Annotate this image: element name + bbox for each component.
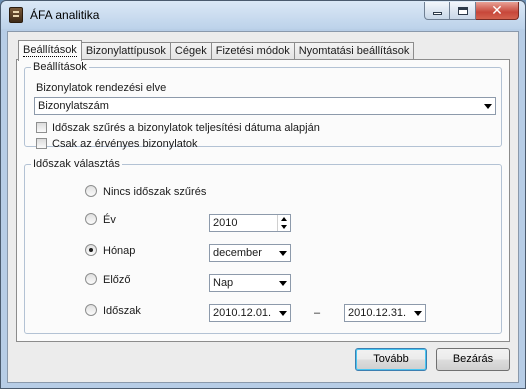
chevron-down-icon <box>484 104 492 109</box>
radio-year-label: Év <box>103 214 116 226</box>
tab-strip: Beállítások Bizonylattípusok Cégek Fizet… <box>18 40 415 61</box>
year-spinner[interactable]: 2010 <box>209 214 291 232</box>
maximize-icon <box>457 6 468 15</box>
period-filter-checkbox[interactable] <box>36 122 47 133</box>
radio-year[interactable] <box>85 213 97 225</box>
sort-label: Bizonylatok rendezési elve <box>36 82 167 94</box>
radio-year-row[interactable]: Év <box>85 213 116 226</box>
previous-unit-select[interactable]: Nap <box>209 274 291 292</box>
next-button[interactable]: Tovább <box>355 348 427 371</box>
chevron-down-icon <box>279 251 287 256</box>
chevron-down-icon <box>279 281 287 286</box>
tab-label: Cégek <box>174 45 207 57</box>
radio-none-row[interactable]: Nincs időszak szűrés <box>85 185 206 198</box>
window-title: ÁFA analitika <box>30 8 100 22</box>
app-icon <box>9 7 23 23</box>
range-to-value: 2010.12.31. <box>348 307 407 319</box>
close-window-button[interactable]: ✕ <box>476 2 519 20</box>
year-value: 2010 <box>213 217 238 229</box>
radio-month[interactable] <box>85 244 97 256</box>
radio-previous-label: Előző <box>103 274 131 286</box>
radio-none-label: Nincs időszak szűrés <box>103 186 207 198</box>
month-value: december <box>213 247 262 259</box>
minimize-icon <box>432 12 442 15</box>
period-group-title: Időszak választás <box>33 158 120 170</box>
settings-group-title: Beállítások <box>33 61 87 73</box>
minimize-button[interactable] <box>424 2 450 20</box>
radio-range-label: Időszak <box>103 305 141 317</box>
tab-label: Nyomtatási beállítások <box>298 45 410 57</box>
sort-order-select[interactable]: Bizonylatszám <box>34 97 496 115</box>
radio-range[interactable] <box>85 304 97 316</box>
range-to-date[interactable]: 2010.12.31. <box>344 304 426 322</box>
tab-label: Beállítások <box>23 44 77 57</box>
tab-label: Fizetési módok <box>215 45 290 57</box>
valid-only-label: Csak az érvényes bizonylatok <box>52 138 198 150</box>
tab-beallitasok[interactable]: Beállítások <box>18 40 82 61</box>
range-separator: – <box>314 307 321 319</box>
settings-tab-panel: Beállítások Bizonylatok rendezési elve B… <box>16 59 510 342</box>
range-from-value: 2010.12.01. <box>213 307 272 319</box>
close-button[interactable]: Bezárás <box>436 348 510 371</box>
tab-label: Bizonylattípusok <box>85 45 166 57</box>
chevron-down-icon <box>414 311 422 316</box>
sort-order-value: Bizonylatszám <box>38 100 109 112</box>
previous-unit-value: Nap <box>213 277 234 289</box>
month-select[interactable]: december <box>209 244 291 262</box>
year-spin-buttons[interactable] <box>277 215 290 231</box>
period-filter-label: Időszak szűrés a bizonylatok teljesítési… <box>52 122 320 134</box>
radio-range-row[interactable]: Időszak <box>85 304 141 317</box>
spin-up-icon[interactable] <box>281 217 287 221</box>
dialog-client-area: Beállítások Bizonylattípusok Cégek Fizet… <box>7 31 519 383</box>
radio-previous-row[interactable]: Előző <box>85 273 131 286</box>
radio-month-label: Hónap <box>103 245 136 257</box>
chevron-down-icon <box>279 311 287 316</box>
app-window: ÁFA analitika ✕ Beállítások Bizonylattíp… <box>0 0 526 389</box>
range-from-date[interactable]: 2010.12.01. <box>209 304 291 322</box>
title-bar[interactable]: ÁFA analitika ✕ <box>1 1 525 29</box>
valid-only-checkbox[interactable] <box>36 138 47 149</box>
period-filter-checkbox-row[interactable]: Időszak szűrés a bizonylatok teljesítési… <box>36 122 320 134</box>
valid-only-checkbox-row[interactable]: Csak az érvényes bizonylatok <box>36 138 198 150</box>
spin-down-icon[interactable] <box>281 225 287 229</box>
radio-previous[interactable] <box>85 273 97 285</box>
maximize-button[interactable] <box>450 2 476 20</box>
radio-month-row[interactable]: Hónap <box>85 244 135 257</box>
caption-buttons: ✕ <box>424 2 519 20</box>
radio-none[interactable] <box>85 185 97 197</box>
close-icon: ✕ <box>491 2 503 19</box>
